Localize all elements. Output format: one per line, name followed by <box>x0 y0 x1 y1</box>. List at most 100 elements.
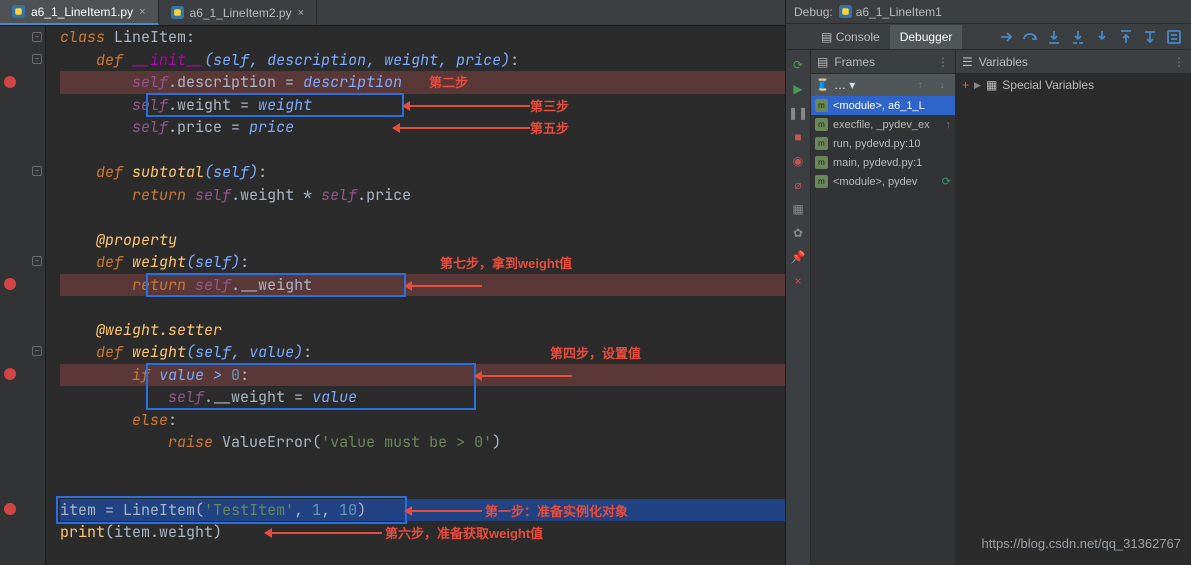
view-breakpoints-icon[interactable]: ◉ <box>789 152 807 170</box>
step-into-my-code-icon[interactable] <box>1067 27 1089 47</box>
editor-tab-lineitem1[interactable]: a6_1_LineItem1.py × <box>0 0 159 25</box>
breakpoint-icon[interactable] <box>4 278 16 290</box>
annotation-step3: 第三步 <box>530 96 569 119</box>
python-file-icon <box>839 5 852 18</box>
arrow-icon <box>272 532 382 534</box>
code-line: def __init__(self, description, weight, … <box>60 49 785 72</box>
code-line: self.__weight = value <box>60 386 785 409</box>
expand-icon[interactable]: ▶ <box>974 80 981 91</box>
debug-body: ⟳ ▶ ❚❚ ■ ◉ ⌀ ▦ ✿ 📌 × ▤ Frames 🧵 … <box>786 50 1191 565</box>
variables-icon: ☰ <box>962 55 973 69</box>
debug-tab-bar: ▤ Console Debugger <box>786 24 1191 50</box>
pause-icon[interactable]: ❚❚ <box>789 104 807 122</box>
breakpoint-icon[interactable] <box>4 76 16 88</box>
code-line: else: <box>60 409 785 432</box>
fold-icon[interactable]: − <box>32 256 42 266</box>
fold-icon[interactable]: − <box>32 32 42 42</box>
show-execution-point-icon[interactable] <box>995 27 1017 47</box>
debug-label: Debug: <box>794 5 833 19</box>
variables-group-icon: ▦ <box>986 78 997 92</box>
frame-row[interactable]: m<module>, a6_1_L <box>811 96 955 115</box>
breakpoint-icon[interactable] <box>4 503 16 515</box>
breakpoint-icon[interactable] <box>4 368 16 380</box>
close-icon[interactable]: × <box>789 272 807 290</box>
step-over-icon[interactable] <box>1019 27 1041 47</box>
editor-tab-lineitem2[interactable]: a6_1_LineItem2.py × <box>159 0 318 25</box>
code-line <box>60 476 785 499</box>
frames-label: Frames <box>834 55 875 69</box>
frame-row[interactable]: mexecfile, _pydev_ex↑ <box>811 115 955 134</box>
tab-debugger[interactable]: Debugger <box>890 25 963 49</box>
frame-icon: m <box>815 137 828 150</box>
code-line: def weight(self): 第七步，拿到weight值 <box>60 251 785 274</box>
frame-row[interactable]: mrun, pydevd.py:10 <box>811 134 955 153</box>
code-line: if value > 0: <box>60 364 785 387</box>
editor-tab-bar: a6_1_LineItem1.py × a6_1_LineItem2.py × <box>0 0 785 26</box>
code-line: return self.weight * self.price <box>60 184 785 207</box>
code-line: class LineItem: <box>60 26 785 49</box>
frame-row[interactable]: mmain, pydevd.py:1 <box>811 153 955 172</box>
step-out-icon[interactable] <box>1115 27 1137 47</box>
code-line: @weight.setter <box>60 319 785 342</box>
next-frame-icon[interactable]: ↓ <box>933 77 951 93</box>
frames-icon: ▤ <box>817 55 828 69</box>
code-line <box>60 206 785 229</box>
settings-icon[interactable]: ✿ <box>789 224 807 242</box>
mute-breakpoints-icon[interactable]: ⌀ <box>789 176 807 194</box>
frame-list[interactable]: m<module>, a6_1_L mexecfile, _pydev_ex↑ … <box>811 96 955 565</box>
thread-icon: 🧵 <box>815 78 830 92</box>
plus-icon[interactable]: + <box>962 78 969 92</box>
fold-icon[interactable]: − <box>32 54 42 64</box>
annotation-step7: 第七步，拿到weight值 <box>440 253 572 276</box>
python-file-icon <box>171 6 184 19</box>
code-line: @property <box>60 229 785 252</box>
variable-row[interactable]: + ▶ ▦ Special Variables <box>956 74 1191 96</box>
code-area[interactable]: class LineItem: def __init__(self, descr… <box>46 26 785 565</box>
run-to-cursor-icon[interactable] <box>1139 27 1161 47</box>
tab-label: a6_1_LineItem1.py <box>31 5 133 19</box>
tab-console[interactable]: ▤ Console <box>811 25 890 49</box>
code-line: self.description = description 第二步 <box>60 71 785 94</box>
evaluate-icon[interactable] <box>1163 27 1185 47</box>
step-into-icon[interactable] <box>1043 27 1065 47</box>
pin-icon[interactable]: 📌 <box>789 248 807 266</box>
restart-icon[interactable]: ⟳ <box>789 56 807 74</box>
force-step-into-icon[interactable] <box>1091 27 1113 47</box>
annotation-step6: 第六步，准备获取weight值 <box>385 523 543 546</box>
variables-panel: ☰ Variables + ▶ ▦ Special Variables <box>956 50 1191 565</box>
tab-label: a6_1_LineItem2.py <box>190 6 292 20</box>
resume-icon[interactable]: ▶ <box>789 80 807 98</box>
frame-row[interactable]: m<module>, pydev⟳ <box>811 172 955 191</box>
arrow-icon <box>410 105 530 107</box>
fold-icon[interactable]: − <box>32 346 42 356</box>
fold-icon[interactable]: − <box>32 166 42 176</box>
code-line: raise ValueError('value must be > 0') <box>60 431 785 454</box>
annotation-step2: 第二步 <box>429 75 468 90</box>
variables-label: Variables <box>979 55 1028 69</box>
close-icon[interactable]: × <box>298 7 304 19</box>
more-icon[interactable] <box>937 55 949 69</box>
code-line: self.price = price 第五步 <box>60 116 785 139</box>
thread-selector[interactable]: 🧵 … ▾ ↑ ↓ <box>811 74 955 96</box>
debug-header: Debug: a6_1_LineItem1 <box>786 0 1191 24</box>
stop-icon[interactable]: ■ <box>789 128 807 146</box>
code-line <box>60 139 785 162</box>
arrow-icon <box>400 127 530 129</box>
layout-icon[interactable]: ▦ <box>789 200 807 218</box>
prev-frame-icon[interactable]: ↑ <box>911 77 929 93</box>
debug-config-name[interactable]: a6_1_LineItem1 <box>856 5 942 19</box>
debug-pane: Debug: a6_1_LineItem1 ▤ Console Debugger <box>786 0 1191 565</box>
frame-icon: m <box>815 99 828 112</box>
variables-header: ☰ Variables <box>956 50 1191 74</box>
frame-icon: m <box>815 175 828 188</box>
refresh-icon[interactable]: ⟳ <box>942 175 951 188</box>
navigate-icon[interactable]: ↑ <box>946 119 952 131</box>
arrow-icon <box>482 375 572 377</box>
editor-body[interactable]: − − − − − class LineItem: def __init__(s… <box>0 26 785 565</box>
more-icon[interactable] <box>1173 55 1185 69</box>
frame-icon: m <box>815 156 828 169</box>
close-icon[interactable]: × <box>139 6 145 18</box>
arrow-icon <box>412 285 482 287</box>
step-buttons <box>995 27 1191 47</box>
gutter[interactable]: − − − − − <box>0 26 46 565</box>
